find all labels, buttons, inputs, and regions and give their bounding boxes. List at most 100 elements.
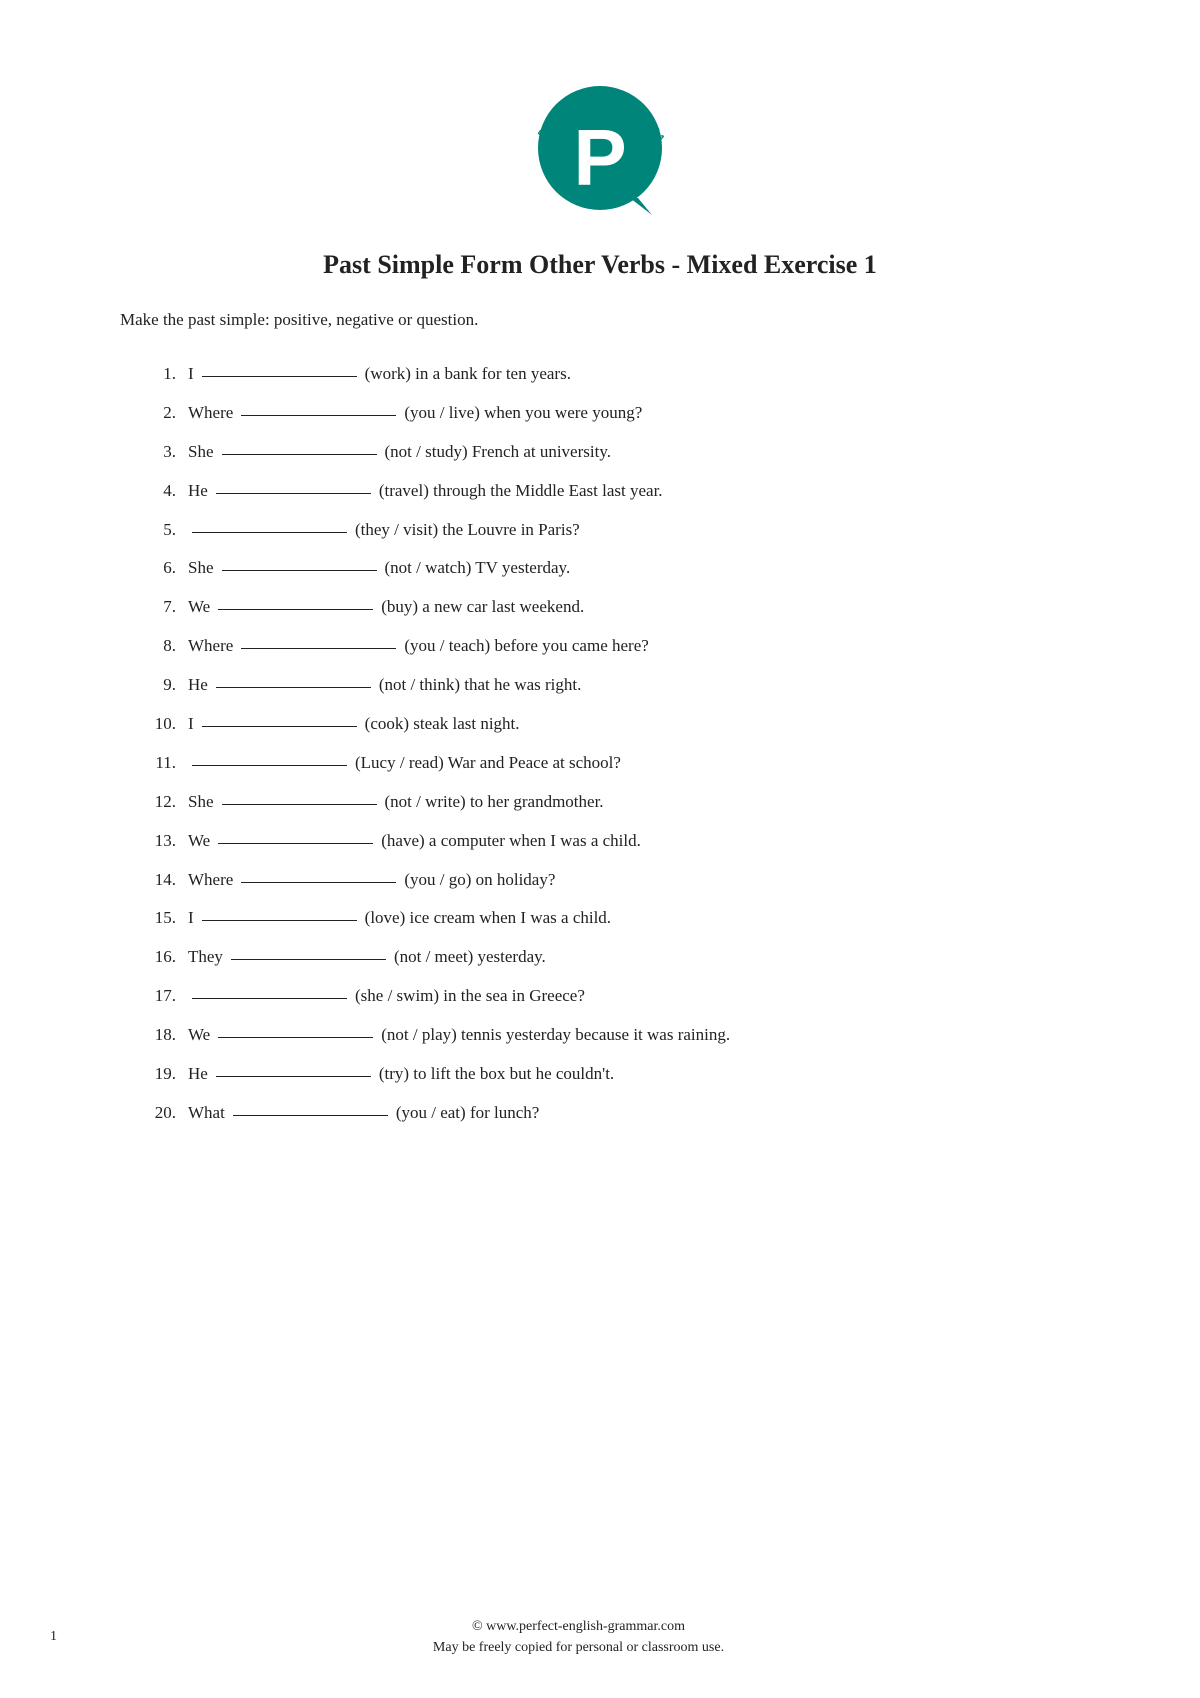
answer-blank [216,1076,371,1077]
item-content: They (not / meet) yesterday. [188,943,1080,972]
item-number: 16. [140,943,188,972]
item-suffix: (travel) through the Middle East last ye… [379,477,663,506]
answer-blank [218,609,373,610]
item-suffix: (Lucy / read) War and Peace at school? [355,749,621,778]
item-content: Where (you / go) on holiday? [188,866,1080,895]
logo-arc-svg: P PERFECT ENGLISH GRAMMAR [520,60,680,220]
item-prefix: I [188,904,194,933]
logo-container: P PERFECT ENGLISH GRAMMAR [120,40,1080,220]
answer-blank [192,765,347,766]
exercise-item: 3.She (not / study) French at university. [140,438,1080,467]
item-content: We(buy) a new car last weekend. [188,593,1080,622]
item-suffix: (cook) steak last night. [365,710,520,739]
answer-blank [241,415,396,416]
item-prefix: Where [188,866,233,895]
answer-blank [222,570,377,571]
svg-text:P: P [573,113,626,202]
item-content: She (not / watch) TV yesterday. [188,554,1080,583]
exercise-item: 7.We(buy) a new car last weekend. [140,593,1080,622]
item-number: 10. [140,710,188,739]
item-number: 11. [140,749,188,778]
answer-blank [202,920,357,921]
item-content: (they / visit) the Louvre in Paris? [188,516,1080,545]
item-prefix: He [188,1060,208,1089]
item-suffix: (you / eat) for lunch? [396,1099,540,1128]
exercise-item: 18.We (not / play) tennis yesterday becau… [140,1021,1080,1050]
item-prefix: She [188,438,214,467]
item-suffix: (you / go) on holiday? [404,866,555,895]
footer-center: © www.perfect-english-grammar.com May be… [433,1616,724,1658]
item-suffix: (work) in a bank for ten years. [365,360,571,389]
item-prefix: They [188,943,223,972]
item-prefix: What [188,1099,225,1128]
item-number: 12. [140,788,188,817]
item-number: 17. [140,982,188,1011]
exercise-item: 13.We (have) a computer when I was a chil… [140,827,1080,856]
answer-blank [231,959,386,960]
answer-blank [192,998,347,999]
footer: 1 © www.perfect-english-grammar.com May … [0,1616,1200,1658]
item-content: (she / swim) in the sea in Greece? [188,982,1080,1011]
answer-blank [222,804,377,805]
item-number: 18. [140,1021,188,1050]
exercise-item: 9.He (not / think) that he was right. [140,671,1080,700]
exercise-item: 6.She(not / watch) TV yesterday. [140,554,1080,583]
item-content: I(love) ice cream when I was a child. [188,904,1080,933]
exercise-item: 2.Where(you / live) when you were young? [140,399,1080,428]
item-content: He (not / think) that he was right. [188,671,1080,700]
item-prefix: We [188,1021,210,1050]
item-suffix: (buy) a new car last weekend. [381,593,584,622]
item-content: He(try) to lift the box but he couldn't. [188,1060,1080,1089]
item-suffix: (not / meet) yesterday. [394,943,546,972]
footer-note: May be freely copied for personal or cla… [433,1637,724,1658]
item-suffix: (not / play) tennis yesterday because it… [381,1021,730,1050]
item-prefix: She [188,554,214,583]
exercise-item: 17. (she / swim) in the sea in Greece? [140,982,1080,1011]
answer-blank [202,726,357,727]
item-content: He(travel) through the Middle East last … [188,477,1080,506]
item-content: I (work) in a bank for ten years. [188,360,1080,389]
item-prefix: I [188,360,194,389]
item-suffix: (not / watch) TV yesterday. [385,554,571,583]
exercise-list: 1.I(work) in a bank for ten years.2.Wher… [140,360,1080,1128]
item-content: We (have) a computer when I was a child. [188,827,1080,856]
answer-blank [233,1115,388,1116]
item-number: 20. [140,1099,188,1128]
answer-blank [192,532,347,533]
item-number: 13. [140,827,188,856]
item-number: 3. [140,438,188,467]
item-prefix: We [188,827,210,856]
item-prefix: He [188,671,208,700]
item-suffix: (have) a computer when I was a child. [381,827,641,856]
item-suffix: (not / write) to her grandmother. [385,788,604,817]
exercise-item: 8.Where(you / teach) before you came her… [140,632,1080,661]
exercise-item: 14.Where (you / go) on holiday? [140,866,1080,895]
item-number: 5. [140,516,188,545]
item-prefix: Where [188,399,233,428]
exercise-item: 5.(they / visit) the Louvre in Paris? [140,516,1080,545]
answer-blank [216,687,371,688]
item-number: 14. [140,866,188,895]
exercise-item: 19.He(try) to lift the box but he couldn… [140,1060,1080,1089]
item-suffix: (she / swim) in the sea in Greece? [355,982,585,1011]
item-content: Where (you / live) when you were young? [188,399,1080,428]
item-content: I(cook) steak last night. [188,710,1080,739]
item-number: 1. [140,360,188,389]
exercise-item: 11. (Lucy / read) War and Peace at school… [140,749,1080,778]
page: P PERFECT ENGLISH GRAMMAR Past Simple Fo… [0,0,1200,1698]
answer-blank [218,843,373,844]
exercise-item: 20.What (you / eat) for lunch? [140,1099,1080,1128]
exercise-item: 15.I(love) ice cream when I was a child. [140,904,1080,933]
item-number: 9. [140,671,188,700]
item-content: She(not / write) to her grandmother. [188,788,1080,817]
item-content: What (you / eat) for lunch? [188,1099,1080,1128]
exercise-item: 12.She(not / write) to her grandmother. [140,788,1080,817]
exercise-item: 4.He(travel) through the Middle East las… [140,477,1080,506]
item-suffix: (you / live) when you were young? [404,399,642,428]
instructions-text: Make the past simple: positive, negative… [120,310,1080,330]
footer-website: © www.perfect-english-grammar.com [433,1616,724,1637]
item-suffix: (not / study) French at university. [385,438,611,467]
item-number: 15. [140,904,188,933]
item-prefix: Where [188,632,233,661]
item-suffix: (not / think) that he was right. [379,671,582,700]
